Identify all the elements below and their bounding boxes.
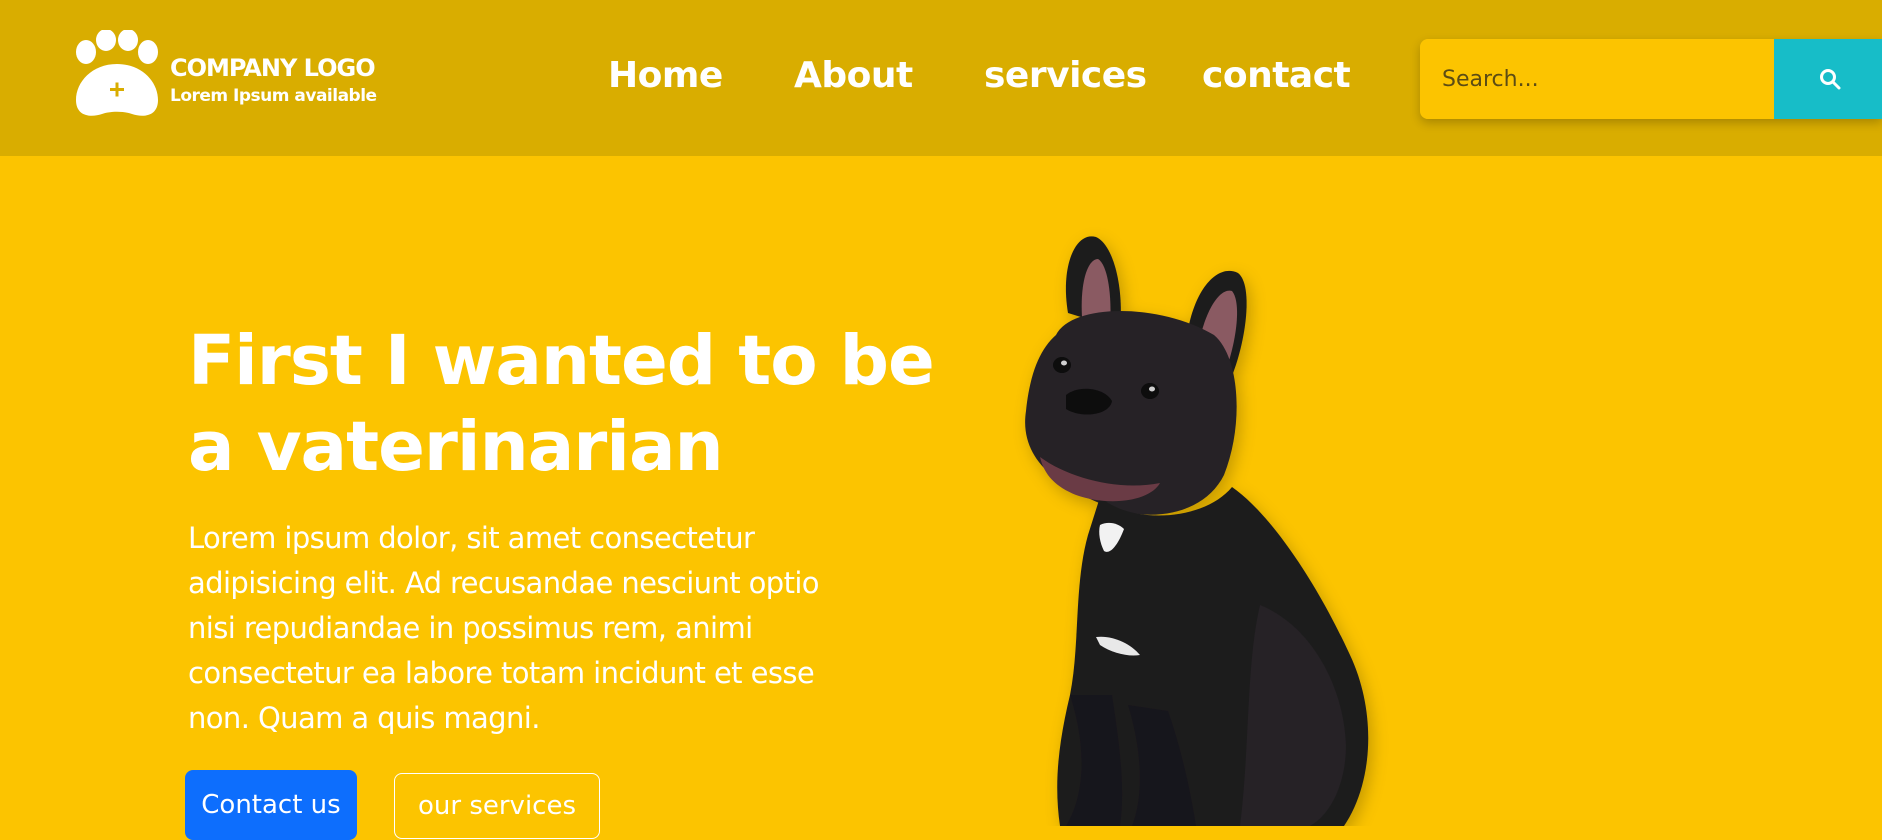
nav-about[interactable]: About <box>794 55 913 96</box>
hero-title-line-2: a vaterinarian <box>188 407 724 487</box>
french-bulldog-image <box>1025 236 1369 826</box>
search-input[interactable] <box>1420 39 1774 119</box>
hero-title-line-1: First I wanted to be <box>188 321 935 401</box>
nav-services[interactable]: services <box>984 55 1147 96</box>
contact-us-button[interactable]: Contact us <box>185 770 357 840</box>
hero-description: Lorem ipsum dolor, sit amet consectetur … <box>188 521 820 735</box>
site-header: COMPANY LOGO Lorem Ipsum available Home … <box>0 0 1882 156</box>
logo-title: COMPANY LOGO <box>170 54 376 82</box>
logo-subtitle: Lorem Ipsum available <box>170 86 377 106</box>
our-services-button[interactable]: our services <box>394 773 600 839</box>
paw-plus-icon <box>76 30 158 116</box>
nav-home[interactable]: Home <box>608 55 723 96</box>
nav-contact[interactable]: contact <box>1202 55 1351 96</box>
search-icon <box>1820 69 1841 90</box>
search-button[interactable] <box>1774 39 1882 119</box>
company-logo[interactable]: COMPANY LOGO Lorem Ipsum available <box>72 30 402 122</box>
search-bar <box>1420 39 1882 119</box>
hero-title: First I wanted to be a vaterinarian <box>188 318 948 490</box>
